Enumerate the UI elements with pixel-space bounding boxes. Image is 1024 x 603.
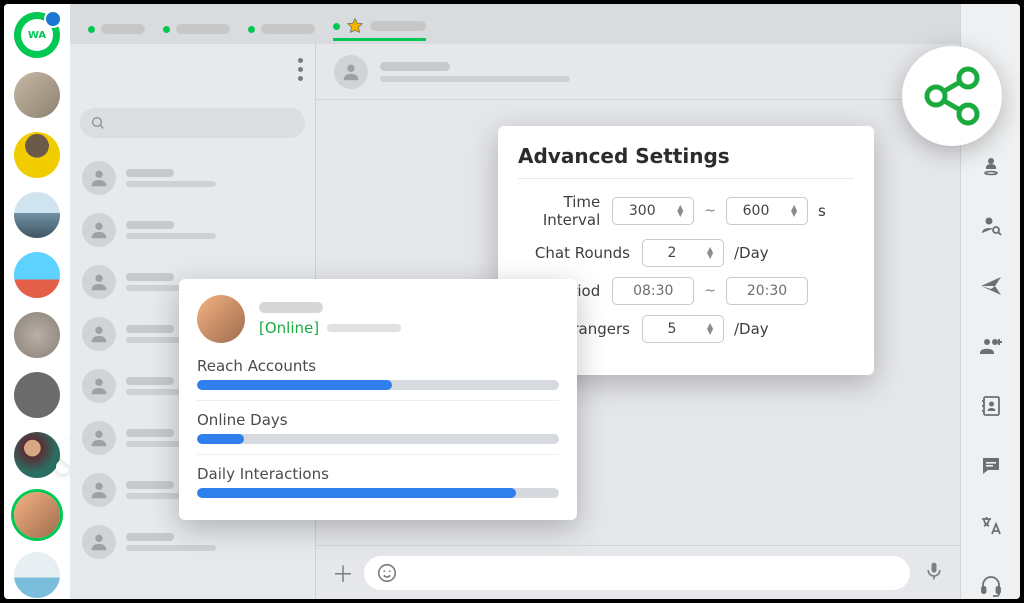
message-input[interactable] <box>364 556 910 590</box>
account-avatar-7[interactable] <box>14 432 60 478</box>
more-menu-icon[interactable] <box>298 58 303 81</box>
support-headset-icon[interactable] <box>979 574 1003 599</box>
chat-list-item[interactable] <box>70 152 315 204</box>
location-pin-icon[interactable] <box>979 154 1003 182</box>
translate-icon[interactable] <box>979 514 1003 542</box>
search-input-wrap[interactable] <box>80 108 305 138</box>
conversation-name-placeholder <box>380 62 450 71</box>
emoji-icon[interactable] <box>376 562 398 584</box>
account-avatar-2[interactable] <box>14 132 60 178</box>
setting-label-chat-rounds: Chat Rounds <box>518 244 632 262</box>
metrics-user-avatar <box>197 295 245 343</box>
setting-suffix-per-day-2: /Day <box>734 320 854 338</box>
tab-3[interactable] <box>248 24 315 34</box>
user-metrics-card: [Online] Reach Accounts Online Days Dail… <box>179 279 577 520</box>
account-avatar-1[interactable] <box>14 72 60 118</box>
metric-label-online-days: Online Days <box>197 411 559 429</box>
metric-bar-reach <box>197 380 559 390</box>
strangers-stepper[interactable]: 5▲▼ <box>642 315 724 343</box>
tilde-separator: ~ <box>704 283 716 299</box>
setting-suffix-seconds: s <box>818 202 854 220</box>
tab-2[interactable] <box>163 24 230 34</box>
tab-1[interactable] <box>88 24 145 34</box>
metric-label-daily-interactions: Daily Interactions <box>197 465 559 483</box>
account-avatar-9[interactable] <box>14 552 60 598</box>
conversation-status-placeholder <box>380 76 570 82</box>
search-input[interactable] <box>114 116 295 131</box>
app-logo[interactable]: WA <box>14 12 60 58</box>
tab-4-starred[interactable] <box>333 17 426 41</box>
period-end-input[interactable]: 20:30 <box>726 277 808 305</box>
chat-list-item[interactable] <box>70 516 315 568</box>
left-account-rail: WA <box>4 4 70 599</box>
share-button[interactable] <box>902 46 1002 146</box>
account-avatar-3[interactable] <box>14 192 60 238</box>
account-avatar-6[interactable] <box>14 372 60 418</box>
account-avatar-5[interactable] <box>14 312 60 358</box>
attach-icon[interactable]: ＋ <box>332 557 350 589</box>
chat-list-item[interactable] <box>70 204 315 256</box>
time-interval-max-stepper[interactable]: 600▲▼ <box>726 197 808 225</box>
chat-rounds-stepper[interactable]: 2▲▼ <box>642 239 724 267</box>
tilde-separator: ~ <box>704 203 716 219</box>
app-logo-text: WA <box>21 19 53 51</box>
mic-icon[interactable] <box>924 560 944 586</box>
group-add-icon[interactable] <box>978 334 1004 362</box>
account-avatar-4[interactable] <box>14 252 60 298</box>
time-interval-min-stepper[interactable]: 300▲▼ <box>612 197 694 225</box>
setting-suffix-per-day: /Day <box>734 244 854 262</box>
contacts-book-icon[interactable] <box>979 394 1003 422</box>
metric-bar-daily-interactions <box>197 488 559 498</box>
metric-label-reach: Reach Accounts <box>197 357 559 375</box>
metric-bar-online-days <box>197 434 559 444</box>
tab-bar <box>70 4 960 44</box>
account-avatar-8-active[interactable] <box>14 492 60 538</box>
conversation-avatar[interactable] <box>334 55 368 89</box>
period-start-input[interactable]: 08:30 <box>612 277 694 305</box>
setting-label-time-interval: Time Interval <box>518 193 602 229</box>
search-icon <box>90 115 106 131</box>
star-icon <box>346 17 364 35</box>
conversation-header <box>316 44 960 100</box>
composer: ＋ <box>316 545 960 599</box>
online-status: [Online] <box>259 319 319 337</box>
send-icon[interactable] <box>979 274 1003 302</box>
person-search-icon[interactable] <box>979 214 1003 242</box>
quick-reply-icon[interactable] <box>979 454 1003 482</box>
metrics-user-name-placeholder <box>259 302 323 313</box>
advanced-settings-title: Advanced Settings <box>518 144 854 179</box>
share-icon <box>920 64 984 128</box>
